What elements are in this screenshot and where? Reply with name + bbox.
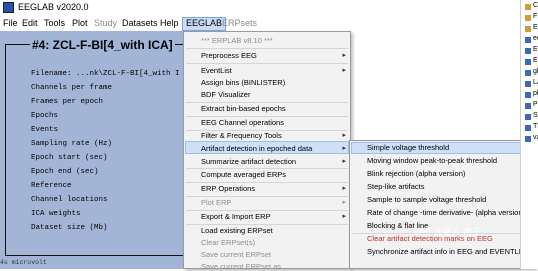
menu-datasets[interactable]: Datasets	[121, 18, 159, 28]
menu-item-export-import[interactable]: Export & Import ERP	[201, 212, 271, 221]
menu-item-extract-epochs[interactable]: Extract bin-based epochs	[201, 104, 286, 113]
menu-item-erp-operations[interactable]: ERP Operations	[201, 184, 255, 193]
dataset-title: #4: ZCL-F-BI[4_with ICA]	[30, 38, 175, 52]
menu-item-plot-erp: Plot ERP	[201, 198, 232, 207]
menu-edit[interactable]: Edit	[21, 18, 39, 28]
submenu-arrow-icon: ▸	[342, 199, 346, 206]
info-dataset-size: Dataset size (Mb)	[31, 224, 108, 232]
watermark: 知乎 @某人 电子	[413, 227, 482, 237]
info-events: Events	[31, 126, 59, 134]
submenu-item-simple-voltage[interactable]: Simple voltage threshold	[367, 143, 449, 152]
menu-item-compute-averages[interactable]: Compute averaged ERPs	[201, 170, 286, 179]
file-icon	[525, 59, 531, 65]
submenu-arrow-icon: ▸	[342, 67, 346, 74]
menu-item-preprocess-eeg[interactable]: Preprocess EEG	[201, 51, 257, 60]
menu-item-eeg-channel-ops[interactable]: EEG Channel operations	[201, 118, 284, 127]
file-icon	[525, 26, 531, 32]
menu-item-summarize-artifacts[interactable]: Summarize artifact detection	[201, 157, 296, 166]
menu-item-save-erpset: Save current ERPset	[201, 250, 272, 259]
submenu-arrow-icon: ▸	[342, 185, 346, 192]
file-item[interactable]: pl	[525, 90, 538, 100]
info-channel-locations: Channel locations	[31, 196, 108, 204]
menu-separator	[186, 182, 348, 183]
menu-help[interactable]: Help	[159, 18, 180, 28]
menu-separator	[186, 63, 348, 64]
submenu-arrow-icon: ▸	[342, 145, 346, 152]
file-item[interactable]: PL	[525, 101, 538, 111]
menu-item-save-erpset-as: Save current ERPset as	[201, 262, 282, 271]
submenu-item-rate-of-change[interactable]: Rate of change -time derivative- (alpha …	[367, 208, 525, 217]
file-icon	[525, 114, 531, 120]
workspace-file-list: C F E ee E E gl LA pl PL ST TM va	[520, 0, 538, 269]
menu-separator	[186, 196, 348, 197]
file-icon	[525, 15, 531, 21]
submenu-item-blink-rejection[interactable]: Blink rejection (alpha version)	[367, 169, 465, 178]
file-item[interactable]: ee	[525, 35, 538, 45]
file-item[interactable]: va	[525, 134, 538, 144]
menu-item-bdf-visualizer[interactable]: BDF Visualizer	[201, 90, 250, 99]
menu-tools[interactable]: Tools	[43, 18, 66, 28]
info-ica-weights: ICA weights	[31, 210, 81, 218]
erplab-dropdown-menu: *** ERPLAB v8.10 *** Preprocess EEG ▸ Ev…	[183, 31, 351, 271]
info-channels: Channels per frame	[31, 84, 113, 92]
file-icon	[525, 37, 531, 43]
file-icon	[525, 92, 531, 98]
status-line: 4s microvolt	[0, 259, 47, 266]
menu-item-filter-frequency[interactable]: Filter & Frequency Tools	[201, 131, 282, 140]
menu-item-artifact-detection[interactable]: Artifact detection in epoched data	[201, 144, 312, 153]
file-item[interactable]: LA	[525, 79, 538, 89]
menu-file[interactable]: File	[2, 18, 19, 28]
menu-separator	[186, 224, 348, 225]
file-icon	[525, 81, 531, 87]
file-item[interactable]: TM	[525, 123, 538, 133]
info-reference: Reference	[31, 182, 72, 190]
file-icon	[525, 136, 531, 142]
submenu-item-step-like[interactable]: Step-like artifacts	[367, 182, 425, 191]
submenu-arrow-icon: ▸	[342, 213, 346, 220]
file-item[interactable]: C	[525, 2, 538, 12]
submenu-item-sample-to-sample[interactable]: Sample to sample voltage threshold	[367, 195, 486, 204]
eeglab-app-icon	[3, 2, 14, 13]
file-item[interactable]: E	[525, 24, 538, 34]
info-frames: Frames per epoch	[31, 98, 104, 106]
submenu-arrow-icon: ▸	[342, 52, 346, 59]
file-icon	[525, 70, 531, 76]
file-item[interactable]: gl	[525, 68, 538, 78]
info-epochs: Epochs	[31, 112, 59, 120]
file-icon	[525, 4, 531, 10]
menu-item-erplab-version: *** ERPLAB v8.10 ***	[201, 36, 273, 45]
artifact-detection-submenu: Simple voltage threshold Moving window p…	[349, 140, 535, 269]
menu-erplab[interactable]: EEGLAB	[182, 17, 227, 31]
menu-plot[interactable]: Plot	[71, 18, 89, 28]
file-item[interactable]: E	[525, 57, 538, 67]
menu-separator	[186, 116, 348, 117]
submenu-arrow-icon: ▸	[342, 132, 346, 139]
menu-separator	[186, 48, 348, 49]
file-icon	[525, 103, 531, 109]
file-item[interactable]: ST	[525, 112, 538, 122]
file-icon	[525, 125, 531, 131]
window-title: EEGLAB v2020.0	[18, 2, 89, 12]
submenu-arrow-icon: ▸	[342, 158, 346, 165]
submenu-item-synchronize[interactable]: Synchronize artifact info in EEG and EVE…	[367, 247, 530, 256]
info-sampling-rate: Sampling rate (Hz)	[31, 140, 113, 148]
menu-item-clear-erpset: Clear ERPset(s)	[201, 238, 256, 247]
submenu-item-moving-window[interactable]: Moving window peak-to-peak threshold	[367, 156, 497, 165]
file-item[interactable]: F	[525, 13, 538, 23]
menu-bar: File Edit Tools Plot Study Datasets Help…	[0, 17, 520, 31]
menu-erpsets[interactable]: ERPsets	[221, 18, 258, 28]
info-epoch-end: Epoch end (sec)	[31, 168, 99, 176]
info-filename: Filename: ...nk\ZCL-F-BI[4_with I	[31, 70, 180, 78]
menu-separator	[186, 168, 348, 169]
menu-item-load-erpset[interactable]: Load existing ERPset	[201, 226, 273, 235]
menu-separator	[186, 210, 348, 211]
file-item[interactable]: E	[525, 46, 538, 56]
file-icon	[525, 48, 531, 54]
menu-separator	[186, 102, 348, 103]
menu-study[interactable]: Study	[93, 18, 118, 28]
menu-item-eventlist[interactable]: EventList	[201, 66, 232, 75]
info-epoch-start: Epoch start (sec)	[31, 154, 108, 162]
menu-item-assign-bins[interactable]: Assign bins (BINLISTER)	[201, 78, 285, 87]
